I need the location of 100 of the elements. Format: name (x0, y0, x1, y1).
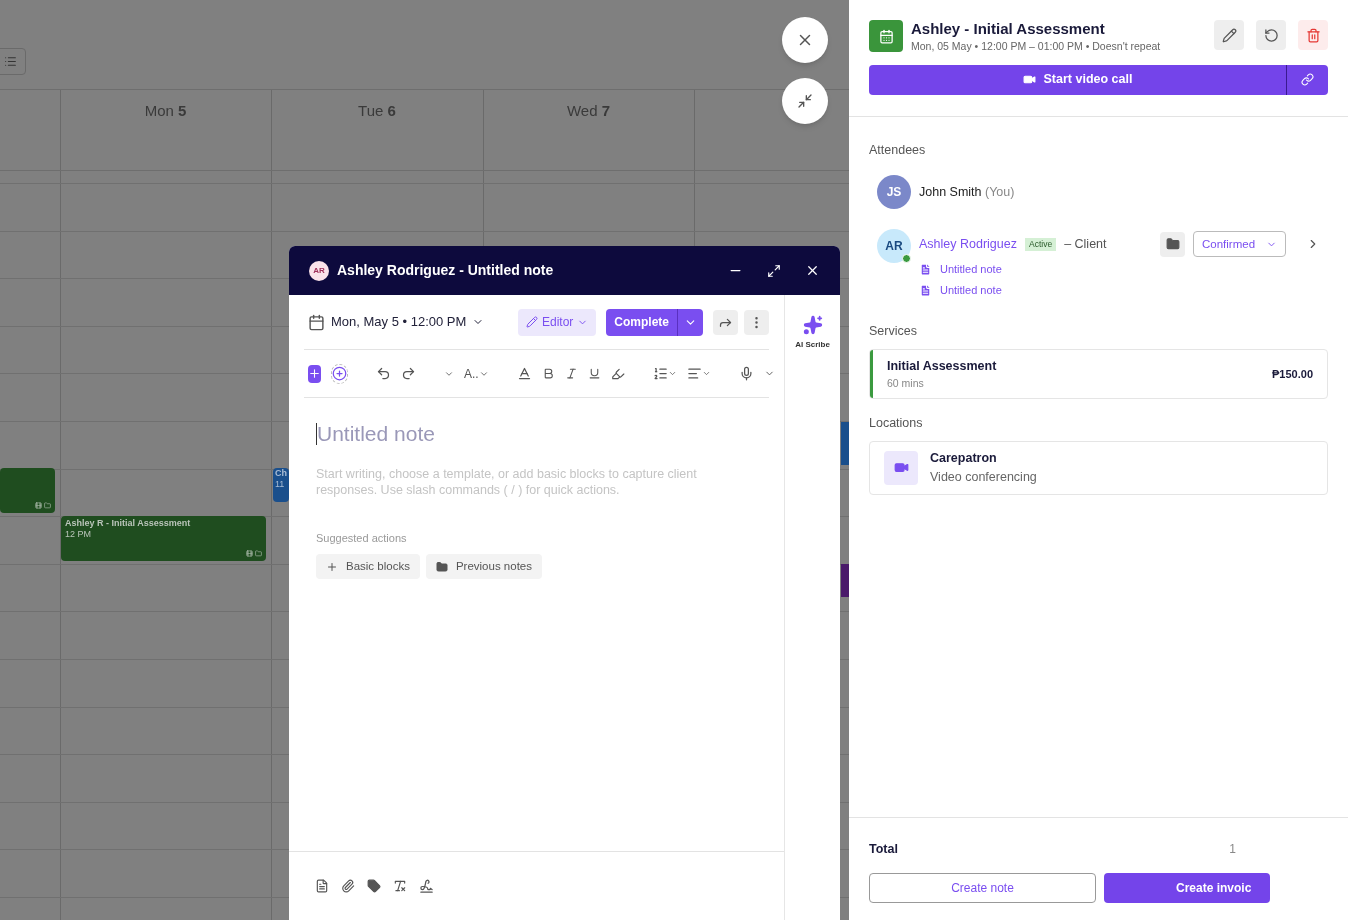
video-icon (884, 450, 918, 485)
editor-dropdown[interactable]: Editor (517, 308, 597, 336)
highlight-button[interactable] (610, 366, 625, 381)
close-icon[interactable] (805, 263, 820, 278)
status-badge: Active (1024, 237, 1057, 251)
document-button[interactable] (315, 879, 329, 893)
share-button[interactable] (713, 309, 738, 335)
tag-button[interactable] (367, 879, 381, 893)
calendar-event[interactable]: Ch 11 (273, 468, 289, 502)
microphone-icon (738, 366, 754, 381)
formula-button[interactable] (393, 879, 407, 893)
tag-icon (367, 879, 381, 893)
italic-button[interactable] (564, 367, 578, 380)
service-duration: 60 mins (887, 375, 925, 391)
edit-button[interactable] (1214, 20, 1244, 50)
attendee-name: John Smith (You) (919, 184, 1015, 202)
total-value: 1 (1229, 841, 1236, 859)
service-price: ₱150.00 (1272, 366, 1313, 382)
calendar-icon (308, 313, 325, 331)
collapse-icon (797, 93, 813, 109)
status-dropdown[interactable]: Confirmed (1193, 231, 1286, 258)
total-label: Total (869, 841, 898, 859)
appointment-title: Ashley - Initial Assessment (911, 20, 1106, 39)
folder-button[interactable] (1160, 231, 1185, 257)
document-icon (315, 879, 329, 893)
avatar: AR (309, 260, 329, 281)
create-invoice-button[interactable]: Create invoic (1104, 873, 1270, 903)
plus-icon (326, 560, 338, 573)
location-name: Carepatron (930, 450, 998, 467)
align-left-icon (686, 366, 702, 381)
pencil-icon (525, 316, 538, 328)
paperclip-icon (341, 879, 355, 893)
event-time: 12 PM (65, 529, 92, 541)
attendee-avatar: AR (877, 229, 911, 264)
event-time: 11 (275, 479, 286, 491)
ai-scribe-button[interactable]: AI Scribe (795, 315, 830, 351)
mic-button[interactable] (738, 366, 754, 381)
underline-button[interactable] (587, 367, 601, 380)
redo-icon (401, 366, 416, 381)
section-label: Services (869, 323, 918, 341)
attendee-name[interactable]: Ashley Rodriguez (919, 234, 1017, 254)
date-picker[interactable]: Mon, May 5 • 12:00 PM (308, 312, 485, 332)
calendar-icon (869, 20, 903, 52)
caret-icon (701, 369, 711, 378)
signature-button[interactable] (419, 878, 434, 894)
trash-icon (1305, 27, 1321, 43)
add-block-button[interactable] (308, 364, 321, 383)
location-type: Video conferencing (930, 468, 1037, 486)
reset-button[interactable] (1256, 20, 1286, 50)
note-link[interactable]: Untitled note (919, 281, 1328, 299)
pencil-icon (1221, 27, 1237, 43)
align-button[interactable] (686, 366, 711, 381)
redo-button[interactable] (401, 366, 416, 381)
note-link[interactable]: Untitled note (919, 261, 1328, 278)
font-size-dropdown[interactable]: A.. (464, 364, 489, 383)
folder-icon (435, 560, 448, 573)
highlighter-icon (610, 366, 625, 381)
suggested-action[interactable]: Basic blocks (316, 554, 420, 579)
delete-button[interactable] (1298, 20, 1328, 50)
italic-icon (564, 367, 578, 380)
caret-icon (667, 369, 677, 378)
complete-button[interactable]: Complete (606, 308, 703, 336)
create-note-button[interactable]: Create note (869, 873, 1096, 903)
sparkles-icon (802, 315, 823, 335)
event-title: Ch (275, 468, 288, 480)
section-label: Locations (869, 415, 924, 432)
online-badge (902, 254, 911, 264)
calendar-event[interactable]: Ashley R - Initial Assessment 12 PM (61, 516, 266, 561)
collapse-button[interactable] (782, 78, 828, 124)
signature-icon (419, 878, 434, 894)
day-header: Tue 6 (358, 101, 396, 121)
undo-button[interactable] (376, 366, 391, 381)
attendee-avatar: JS (877, 175, 911, 210)
video-icon (246, 550, 253, 557)
video-icon (35, 502, 42, 509)
service-name: Initial Assessment (887, 357, 997, 375)
document-icon (919, 263, 932, 276)
list-icon (652, 366, 668, 381)
expand-icon[interactable] (767, 263, 781, 278)
close-button[interactable] (782, 17, 828, 63)
day-header: Mon 5 (144, 101, 187, 121)
attachment-button[interactable] (341, 879, 355, 893)
location-card[interactable]: Carepatron Video conferencing (869, 440, 1328, 495)
line-spacing-button[interactable] (652, 366, 677, 381)
undo-icon (376, 366, 391, 381)
suggested-action[interactable]: Previous notes (425, 554, 542, 579)
attendee-role: – Client (1064, 235, 1107, 253)
underline-icon (587, 367, 601, 380)
text-color-button[interactable] (516, 366, 532, 381)
link-icon (1301, 73, 1314, 86)
appointment-subtitle: Mon, 05 May • 12:00 PM – 01:00 PM • Doesn't repeat (911, 38, 1162, 54)
folder-icon (44, 502, 51, 509)
more-button[interactable] (744, 309, 769, 335)
service-card[interactable]: Initial Assessment 60 mins ₱150.00 (869, 349, 1328, 399)
clear-format-icon (393, 879, 407, 893)
plus-circle-icon (332, 366, 347, 381)
event-title: Ashley R - Initial Assessment (65, 518, 192, 530)
suggested-actions-label: Suggested actions (316, 530, 408, 546)
video-icon (1022, 73, 1036, 86)
folder-icon (1165, 237, 1180, 252)
